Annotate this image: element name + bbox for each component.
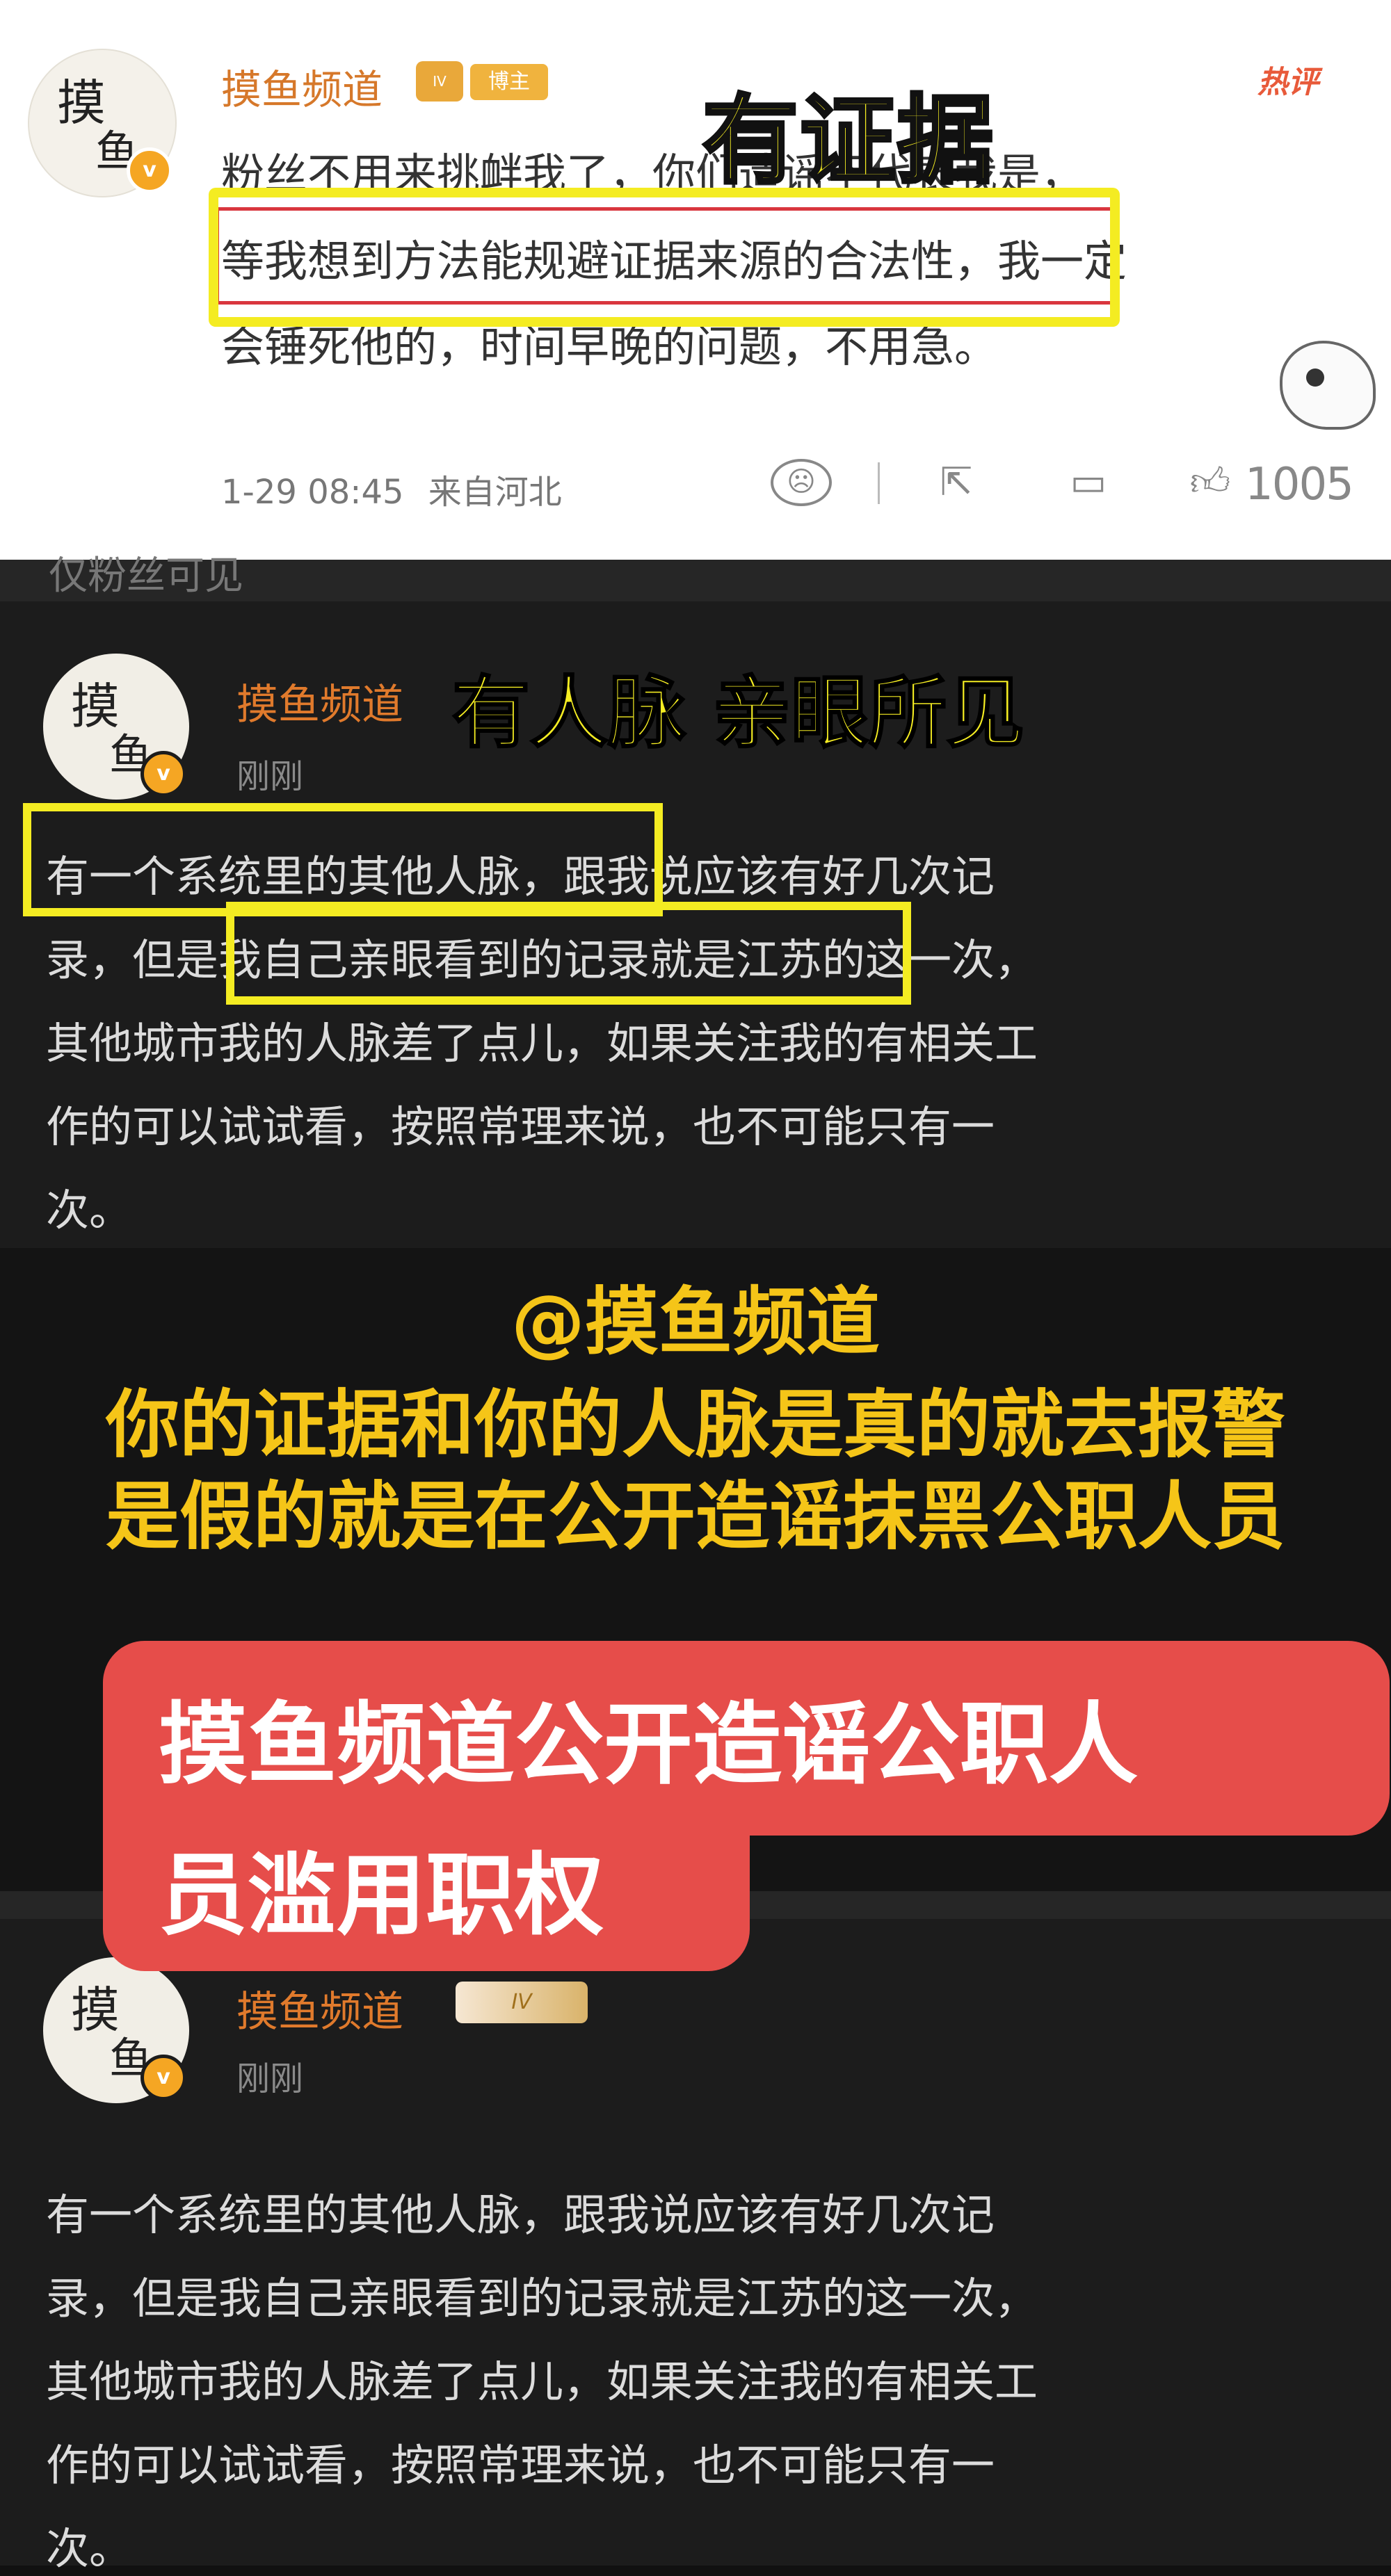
post-text-line: 作的可以试试看，按照常理来说，也不可能只有一 — [46, 2440, 995, 2490]
cropped-strip: 仅粉丝可见 — [0, 553, 1391, 601]
avatar[interactable]: 摸 鱼 v — [43, 1957, 189, 2103]
post-text-line: 有一个系统里的其他人脉，跟我说应该有好几次记 — [46, 2189, 995, 2240]
overlay-title: 有证据 — [700, 83, 995, 199]
callout-text-line: 摸鱼频道公开造谣公职人 — [159, 1693, 1139, 1797]
post-text-line: 次。 — [46, 1185, 133, 1236]
overlay-title: 有人脉 亲眼所见 — [451, 667, 1026, 760]
author-name[interactable]: 摸鱼频道 — [221, 57, 383, 115]
fish-mascot-icon — [1280, 341, 1376, 430]
author-name[interactable]: 摸鱼频道 — [236, 1978, 403, 2039]
crown-level-badge: IV — [416, 61, 463, 102]
yellow-highlight-box — [209, 188, 1120, 327]
hot-comment-label: 热评 — [1257, 65, 1319, 100]
banner-text-line: 你的证据和你的人脉是真的就去报警 — [106, 1382, 1285, 1468]
blogger-badge: 博主 — [470, 64, 548, 100]
post-text-line: 录，但是我自己亲眼看到的记录就是江苏的这一次， — [46, 2273, 1038, 2324]
comment-meta: 1-29 08:45 来自河北 — [221, 464, 562, 513]
mascot-eye — [1306, 368, 1324, 387]
location: 来自河北 — [428, 473, 562, 512]
comment-card-light: 摸 鱼 v 摸鱼频道 IV 博主 热评 粉丝不用来挑衅我了，你们造谣不代表我是，… — [0, 0, 1391, 560]
yellow-highlight-box — [226, 902, 911, 1005]
like-count: 1005 — [1245, 459, 1354, 510]
verified-icon: v — [140, 2055, 186, 2100]
timestamp: 刚刚 — [236, 2059, 304, 2098]
share-icon[interactable]: ⇱ — [928, 459, 984, 506]
yellow-highlight-box — [23, 803, 663, 916]
post-text-line: 其他城市我的人脉差了点儿，如果关注我的有相关工 — [46, 1018, 1038, 1069]
comment-card-dark: 仅粉丝可见 摸 鱼 v 摸鱼频道 刚刚 有人脉 亲眼所见 有一个系统里的其他人脉… — [0, 553, 1391, 1248]
callout-text-line: 员滥用职权 — [159, 1844, 604, 1947]
comment-icon[interactable]: ▭ — [1061, 459, 1116, 506]
thumbs-up-icon[interactable]: 👍︎ — [1179, 459, 1241, 506]
timestamp: 1-29 08:45 — [221, 473, 404, 512]
banner-text-line: 是假的就是在公开造谣抹黑公职人员 — [106, 1474, 1285, 1560]
avatar[interactable]: 摸 鱼 v — [43, 654, 189, 800]
verified-icon: v — [127, 147, 172, 193]
comment-card-dark: 摸 鱼 v 摸鱼频道 IV 刚刚 有一个系统里的其他人脉，跟我说应该有好几次记 … — [0, 1891, 1391, 2574]
post-text-line: 其他城市我的人脉差了点儿，如果关注我的有相关工 — [46, 2356, 1038, 2407]
author-name[interactable]: 摸鱼频道 — [236, 671, 403, 731]
avatar[interactable]: 摸 鱼 v — [28, 49, 177, 197]
divider — [878, 462, 880, 504]
banner-mention: @摸鱼频道 — [511, 1279, 880, 1365]
timestamp: 刚刚 — [236, 757, 304, 796]
red-callout: 摸鱼频道公开造谣公职人 员滥用职权 — [103, 1641, 1390, 1971]
post-text-line: 作的可以试试看，按照常理来说，也不可能只有一 — [46, 1101, 995, 1152]
frown-icon[interactable]: ☹ — [771, 459, 832, 506]
verified-icon: v — [140, 751, 186, 797]
post-text-line: 次。 — [46, 2523, 133, 2574]
visibility-info: 仅粉丝可见 — [49, 553, 243, 599]
level-badge: IV — [456, 1982, 588, 2023]
